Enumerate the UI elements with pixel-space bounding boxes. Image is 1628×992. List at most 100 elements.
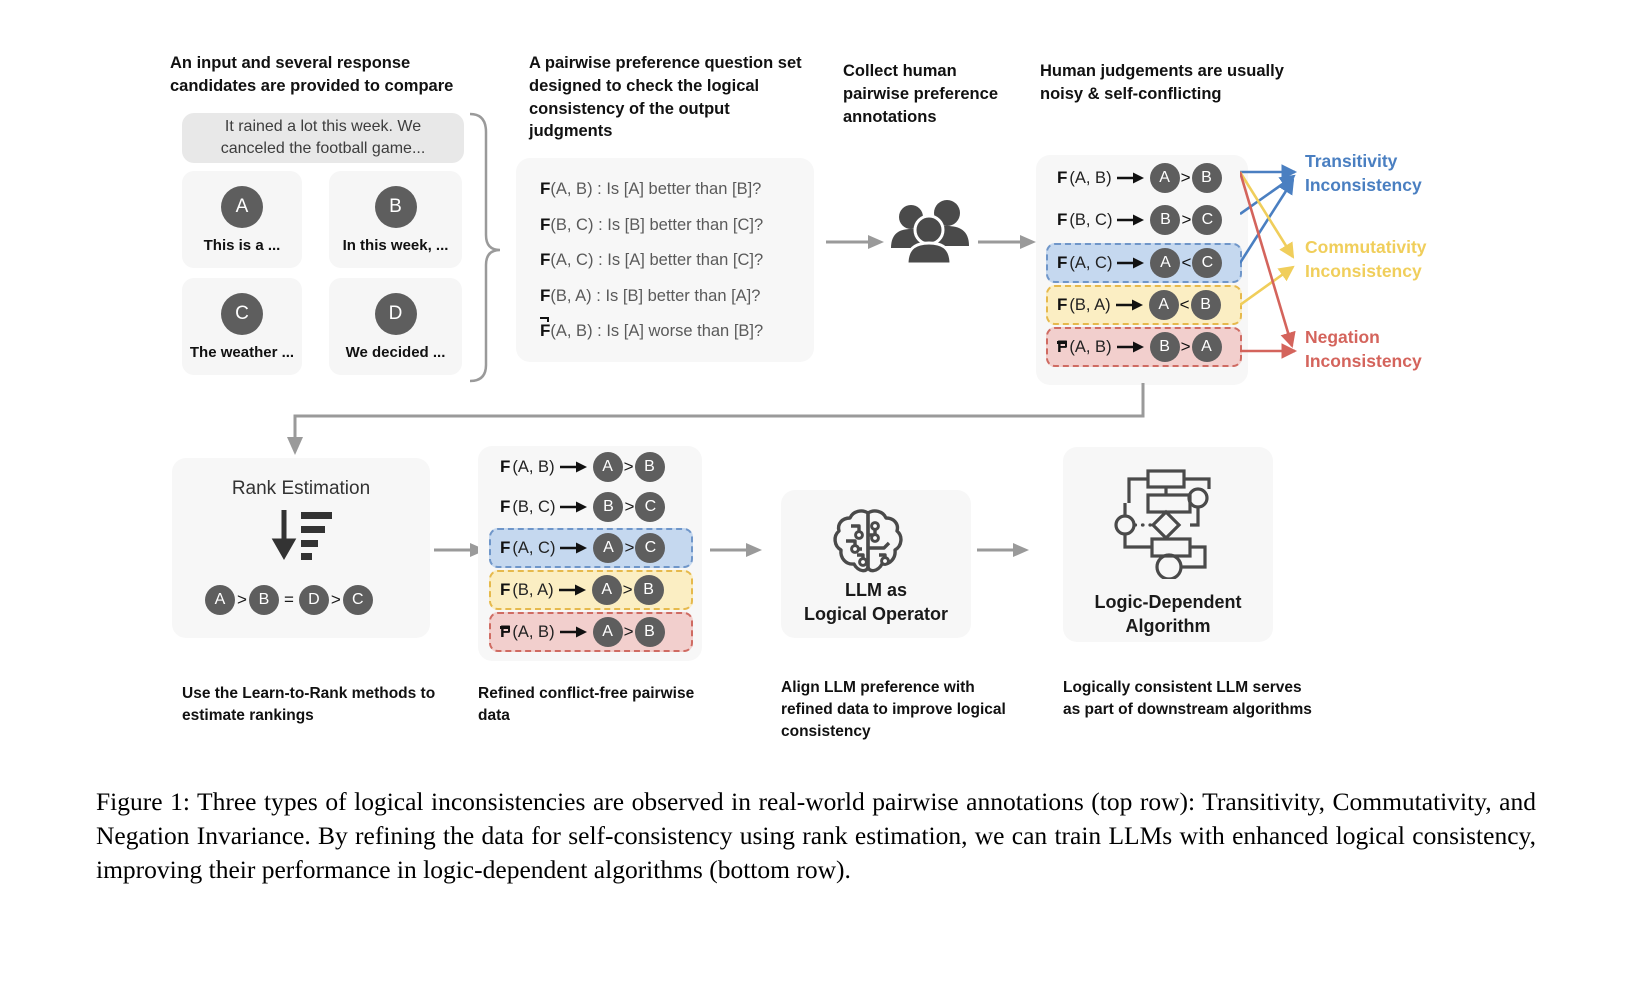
header-input-candidates: An input and several response candidates… bbox=[170, 54, 454, 95]
grouping-brace bbox=[469, 112, 501, 383]
question-text: Is [A] better than [B]? bbox=[606, 180, 762, 199]
question-separator: : bbox=[597, 322, 602, 341]
candidate-avatar-b: B bbox=[374, 185, 417, 228]
refined-row: F (B, C) B > C bbox=[493, 488, 689, 526]
label-transitivity-inconsistency: Transitivity Inconsistency bbox=[1305, 150, 1485, 197]
label-commutativity-inconsistency: Commutativity Inconsistency bbox=[1305, 236, 1495, 283]
candidate-avatar-a: A bbox=[221, 185, 263, 228]
candidate-avatar-c: C bbox=[221, 292, 263, 335]
algorithm-panel-label: Logic-Dependent Algorithm bbox=[1063, 590, 1273, 639]
judgement-node-right: B bbox=[1190, 290, 1221, 320]
function-symbol: F bbox=[540, 179, 551, 199]
algorithm-label-line1: Logic-Dependent bbox=[1094, 592, 1242, 612]
sort-descending-icon bbox=[271, 510, 332, 561]
function-args: (A, B) bbox=[550, 322, 593, 341]
judgement-node-left: B bbox=[1149, 332, 1180, 362]
candidate-avatar-d: D bbox=[374, 292, 417, 335]
judgement-node-left: B bbox=[1150, 205, 1181, 235]
question-row: F(A, B) : Is [A] worse than [B]? bbox=[540, 317, 814, 341]
refined-row-transitivity: F (A, C) A > C bbox=[489, 528, 693, 568]
rank-estimation-ranking: A > B = D > C bbox=[205, 582, 405, 618]
question-text: Is [B] better than [A]? bbox=[605, 286, 761, 305]
transitivity-line2: Inconsistency bbox=[1305, 174, 1422, 195]
judgement-node-right: C bbox=[1192, 248, 1223, 278]
llm-label-line2: Logical Operator bbox=[803, 604, 949, 625]
rank-node: C bbox=[342, 585, 373, 615]
function-symbol: F bbox=[1057, 168, 1068, 187]
judgement-row: F (A, B) A > B bbox=[1050, 159, 1238, 197]
commutativity-line2: Inconsistency bbox=[1305, 260, 1422, 281]
llm-label-line1: LLM as bbox=[844, 580, 907, 600]
candidate-label-d: We decided ... bbox=[345, 343, 446, 361]
function-args: (B, C) bbox=[512, 497, 556, 516]
function-symbol: F bbox=[540, 285, 551, 305]
refined-node-left: A bbox=[593, 533, 624, 563]
function-symbol: F bbox=[1057, 253, 1068, 272]
judgement-relation: < bbox=[1179, 295, 1190, 314]
function-symbol: F bbox=[500, 622, 511, 641]
refined-row: F (A, B) A > B bbox=[493, 448, 689, 486]
refined-node-left: A bbox=[592, 617, 623, 647]
commutativity-line1: Commutativity bbox=[1305, 237, 1427, 257]
function-symbol: F bbox=[540, 214, 551, 234]
transitivity-line1: Transitivity bbox=[1305, 151, 1398, 171]
function-args: (A, B) bbox=[512, 622, 555, 641]
input-prompt-text: It rained a lot this week. We canceled t… bbox=[220, 118, 426, 157]
candidate-card-a[interactable]: A This is a ... bbox=[182, 171, 302, 268]
maps-to-arrow-icon bbox=[1117, 214, 1145, 226]
refined-relation: > bbox=[624, 497, 635, 516]
header-collect-annotations: Collect human pairwise preference annota… bbox=[843, 62, 998, 126]
rank-node: A bbox=[205, 585, 235, 615]
refined-node-left: A bbox=[591, 575, 622, 605]
question-set-panel: F(A, B) : Is [A] better than [B]? F(B, C… bbox=[516, 158, 814, 362]
judgement-relation: > bbox=[1180, 168, 1191, 187]
question-row: F(B, A) : Is [B] better than [A]? bbox=[540, 287, 814, 305]
question-row: F(A, C) : Is [A] better than [C]? bbox=[540, 251, 814, 269]
question-separator: : bbox=[597, 180, 602, 199]
question-text: Is [A] better than [C]? bbox=[607, 251, 764, 270]
arrow-questions-to-humans bbox=[826, 235, 884, 249]
question-row: F(A, B) : Is [A] better than [B]? bbox=[540, 180, 814, 198]
brain-circuit-icon bbox=[833, 509, 903, 573]
judgement-node-right: B bbox=[1191, 163, 1222, 193]
label-negation-inconsistency: Negation Inconsistency bbox=[1305, 326, 1485, 373]
negation-line2: Inconsistency bbox=[1305, 350, 1422, 371]
refined-relation: > bbox=[623, 622, 634, 641]
refined-node-left: B bbox=[593, 492, 624, 522]
judgement-node-left: A bbox=[1150, 248, 1181, 278]
refined-node-left: A bbox=[592, 452, 623, 482]
judgement-row-transitivity: F (A, C) A < C bbox=[1046, 243, 1242, 283]
candidate-card-d[interactable]: D We decided ... bbox=[329, 278, 462, 375]
maps-to-arrow-icon bbox=[1117, 257, 1145, 269]
function-args: (A, C) bbox=[1069, 253, 1113, 272]
function-symbol: F bbox=[500, 580, 511, 599]
function-args: (B, A) bbox=[512, 580, 554, 599]
function-args: (B, C) bbox=[550, 215, 594, 234]
maps-to-arrow-icon bbox=[558, 584, 586, 596]
judgement-row-negation: F (A, B) B > A bbox=[1046, 327, 1242, 367]
judgement-row: F (B, C) B > C bbox=[1050, 201, 1238, 239]
candidate-card-c[interactable]: C The weather ... bbox=[182, 278, 302, 375]
function-args: (B, A) bbox=[550, 286, 592, 305]
function-symbol: F bbox=[1057, 295, 1068, 314]
function-args: (A, C) bbox=[550, 251, 594, 270]
header-question-set: A pairwise preference question set desig… bbox=[529, 54, 802, 141]
judgement-relation: > bbox=[1180, 337, 1191, 356]
caption-llm-align: Align LLM preference with refined data t… bbox=[781, 679, 1006, 740]
maps-to-arrow-icon bbox=[1116, 172, 1144, 184]
function-symbol: F bbox=[500, 538, 511, 557]
judgement-node-right: A bbox=[1191, 332, 1222, 362]
judgement-node-right: C bbox=[1192, 205, 1223, 235]
maps-to-arrow-icon bbox=[560, 542, 588, 554]
question-separator: : bbox=[598, 251, 603, 270]
refined-node-right: B bbox=[634, 452, 665, 482]
function-args: (B, A) bbox=[1069, 295, 1111, 314]
caption-downstream-algorithms: Logically consistent LLM serves as part … bbox=[1063, 679, 1312, 718]
candidate-card-b[interactable]: B In this week, ... bbox=[329, 171, 462, 268]
function-args: (B, C) bbox=[1069, 210, 1113, 229]
function-symbol: F bbox=[540, 250, 551, 270]
header-noisy-judgements: Human judgements are usually noisy & sel… bbox=[1040, 62, 1284, 103]
algorithm-label-line2: Algorithm bbox=[1125, 616, 1211, 637]
refined-relation: > bbox=[622, 580, 633, 599]
refined-node-right: C bbox=[635, 533, 666, 563]
